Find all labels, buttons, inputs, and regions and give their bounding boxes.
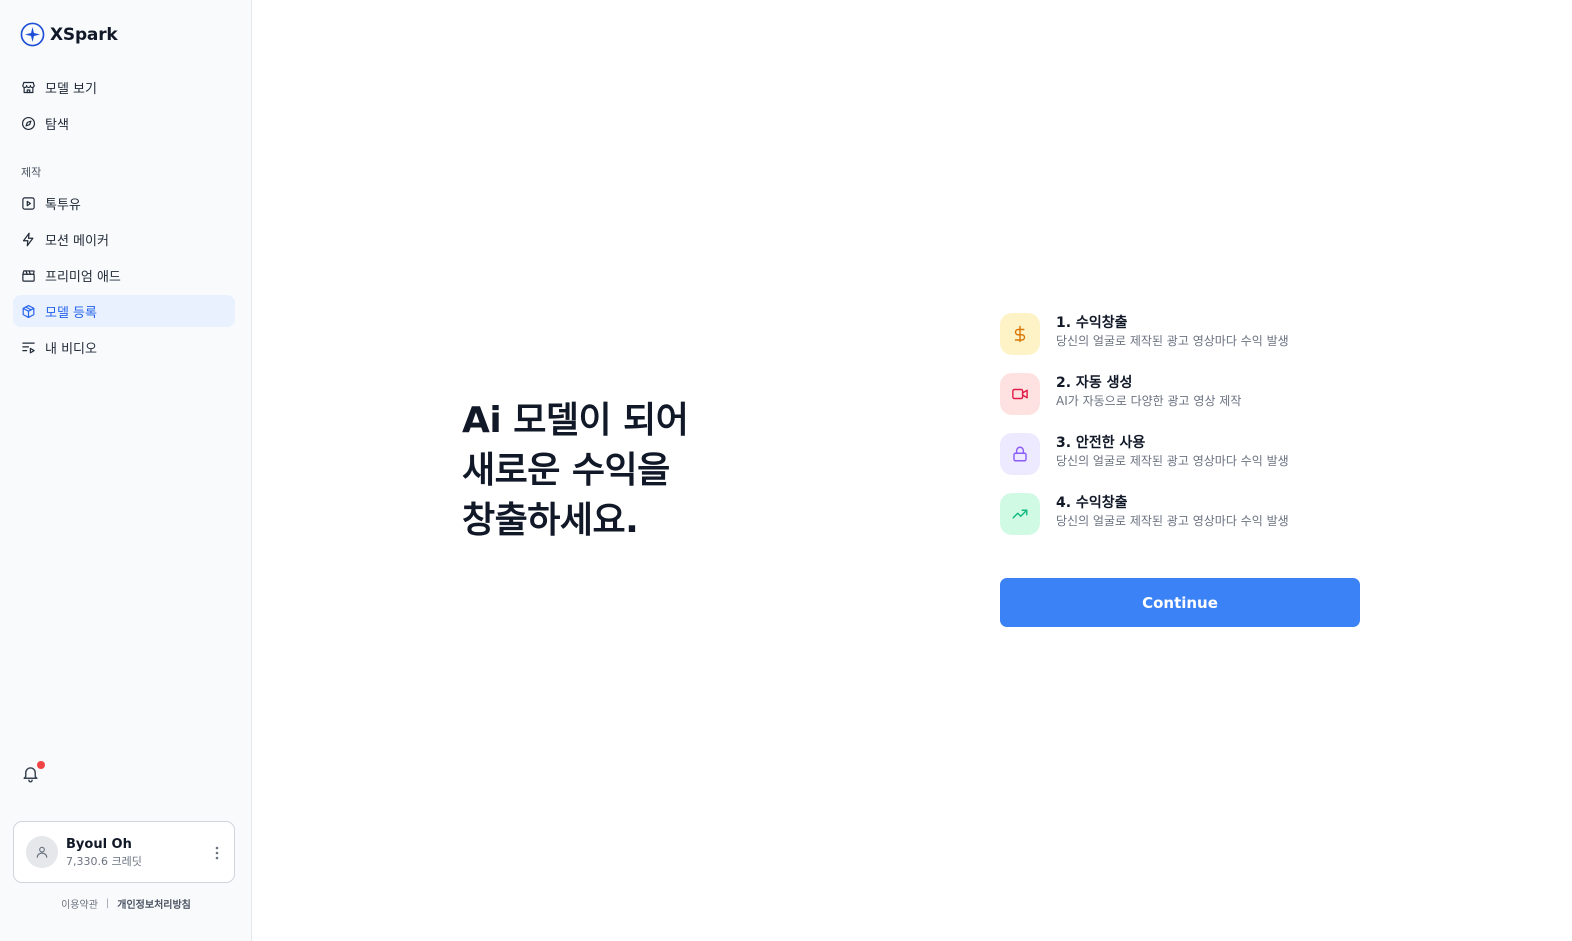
storefront-icon	[21, 80, 36, 95]
user-info: Byoul Oh 7,330.6 크레딧	[66, 836, 142, 869]
headline-line: 새로운 수익을	[462, 450, 670, 491]
lightning-icon	[21, 232, 36, 247]
brand[interactable]: XSpark	[20, 22, 118, 47]
video-list-icon	[21, 340, 36, 355]
section-label-create: 제작	[21, 166, 42, 179]
headline-line: 창출하세요.	[462, 500, 639, 541]
footer-separator: |	[105, 898, 110, 909]
feature-description: 당신의 얼굴로 제작된 광고 영상마다 수익 발생	[1056, 514, 1289, 528]
main-content: Ai 모델이 되어 새로운 수익을 창출하세요. 1. 수익창출 당신의 얼굴로…	[252, 0, 1572, 941]
feature-title: 1. 수익창출	[1056, 315, 1128, 331]
feature-title: 4. 수익창출	[1056, 495, 1128, 511]
lock-icon	[1011, 445, 1029, 463]
continue-button[interactable]: Continue	[1000, 578, 1360, 627]
dollar-icon	[1011, 325, 1029, 343]
user-card[interactable]: Byoul Oh 7,330.6 크레딧	[13, 821, 235, 883]
nav-top: 모델 보기 탐색	[13, 71, 235, 139]
feature-title: 2. 자동 생성	[1056, 375, 1133, 391]
feature-item: 2. 자동 생성 AI가 자동으로 다양한 광고 영상 제작	[1000, 373, 1360, 415]
user-icon	[35, 845, 49, 859]
headline-line: Ai 모델이 되어	[462, 400, 689, 441]
feature-item: 3. 안전한 사용 당신의 얼굴로 제작된 광고 영상마다 수익 발생	[1000, 433, 1360, 475]
user-credits: 7,330.6 크레딧	[66, 854, 142, 868]
app-root: XSpark 모델 보기 탐색 제작 톡투유 모션 메이커 프리미엄 애드 모델…	[0, 0, 1572, 941]
nav-item-label: 프리미엄 애드	[45, 269, 121, 285]
compass-icon	[21, 116, 36, 131]
terms-link[interactable]: 이용약관	[61, 896, 98, 911]
trending-up-icon	[1011, 505, 1029, 523]
feature-item: 1. 수익창출 당신의 얼굴로 제작된 광고 영상마다 수익 발생	[1000, 313, 1360, 355]
feature-title: 3. 안전한 사용	[1056, 435, 1146, 451]
notification-button[interactable]	[21, 761, 45, 786]
avatar	[26, 836, 58, 868]
nav-item-label: 톡투유	[45, 197, 81, 213]
footer-links: 이용약관 | 개인정보처리방침	[0, 896, 252, 911]
feature-icon-tile	[1000, 313, 1040, 355]
nav-item-my-videos[interactable]: 내 비디오	[13, 331, 235, 363]
nav-item-motion-maker[interactable]: 모션 메이커	[13, 223, 235, 255]
feature-text: 3. 안전한 사용 당신의 얼굴로 제작된 광고 영상마다 수익 발생	[1056, 433, 1289, 470]
nav-item-label: 모션 메이커	[45, 233, 109, 249]
clapperboard-icon	[21, 268, 36, 283]
feature-list: 1. 수익창출 당신의 얼굴로 제작된 광고 영상마다 수익 발생 2. 자동 …	[1000, 313, 1360, 535]
sparkle-logo-icon	[20, 22, 45, 47]
feature-text: 4. 수익창출 당신의 얼굴로 제작된 광고 영상마다 수익 발생	[1056, 493, 1289, 530]
nav-item-register-model[interactable]: 모델 등록	[13, 295, 235, 327]
nav-item-label: 내 비디오	[45, 341, 97, 357]
page-headline: Ai 모델이 되어 새로운 수익을 창출하세요.	[462, 396, 689, 546]
feature-icon-tile	[1000, 433, 1040, 475]
feature-text: 2. 자동 생성 AI가 자동으로 다양한 광고 영상 제작	[1056, 373, 1241, 410]
nav-item-label: 모델 보기	[45, 81, 97, 97]
play-square-icon	[21, 196, 36, 211]
nav-item-explore[interactable]: 탐색	[13, 107, 235, 139]
video-camera-icon	[1011, 385, 1029, 403]
feature-description: 당신의 얼굴로 제작된 광고 영상마다 수익 발생	[1056, 454, 1289, 468]
feature-description: AI가 자동으로 다양한 광고 영상 제작	[1056, 394, 1242, 408]
nav-item-premium-ad[interactable]: 프리미엄 애드	[13, 259, 235, 291]
box-icon	[21, 304, 36, 319]
user-menu-button[interactable]	[214, 845, 220, 861]
privacy-link[interactable]: 개인정보처리방침	[117, 896, 191, 911]
nav-item-browse-models[interactable]: 모델 보기	[13, 71, 235, 103]
kebab-icon	[214, 845, 220, 861]
feature-icon-tile	[1000, 493, 1040, 535]
nav-item-talk-to-you[interactable]: 톡투유	[13, 187, 235, 219]
feature-text: 1. 수익창출 당신의 얼굴로 제작된 광고 영상마다 수익 발생	[1056, 313, 1289, 350]
sidebar: XSpark 모델 보기 탐색 제작 톡투유 모션 메이커 프리미엄 애드 모델…	[0, 0, 252, 941]
nav-item-label: 모델 등록	[45, 305, 97, 321]
user-name: Byoul Oh	[66, 836, 132, 852]
nav-item-label: 탐색	[45, 117, 69, 133]
nav-create: 톡투유 모션 메이커 프리미엄 애드 모델 등록 내 비디오	[13, 187, 235, 363]
notification-badge	[37, 761, 45, 769]
feature-icon-tile	[1000, 373, 1040, 415]
feature-item: 4. 수익창출 당신의 얼굴로 제작된 광고 영상마다 수익 발생	[1000, 493, 1360, 535]
feature-description: 당신의 얼굴로 제작된 광고 영상마다 수익 발생	[1056, 334, 1289, 348]
brand-name: XSpark	[50, 24, 118, 45]
